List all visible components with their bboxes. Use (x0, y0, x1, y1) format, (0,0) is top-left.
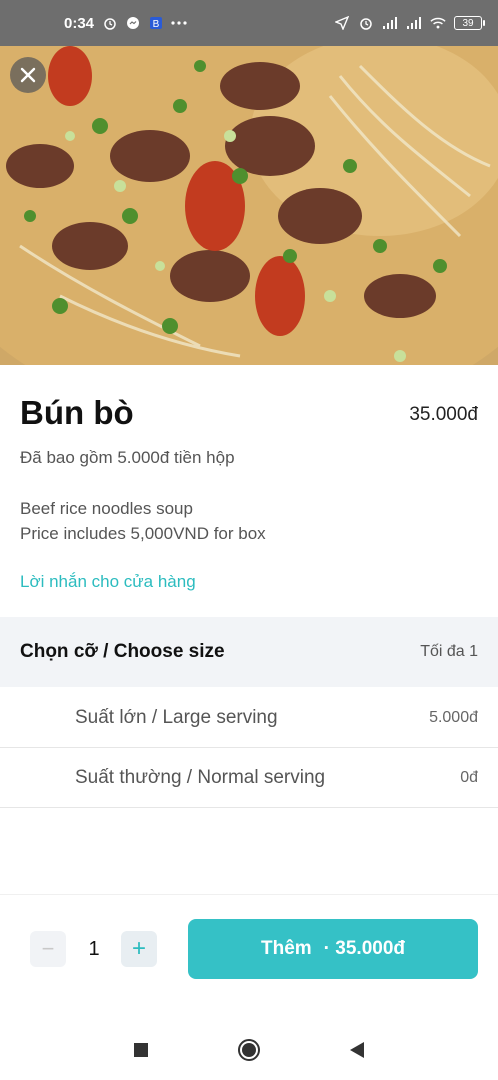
battery-level: 39 (462, 17, 474, 29)
size-option-label: Suất thường / Normal serving (75, 766, 326, 788)
quantity-increase-button[interactable]: + (121, 931, 157, 967)
triangle-back-icon (350, 1042, 364, 1058)
more-icon (171, 15, 187, 31)
add-to-cart-button[interactable]: Thêm · 35.000đ (188, 919, 478, 979)
size-option-price: 0đ (460, 768, 478, 786)
size-section-title: Chọn cỡ / Choose size (20, 641, 225, 662)
item-description-line1: Beef rice noodles soup (20, 499, 193, 518)
app-icon: B (148, 15, 164, 31)
item-price: 35.000đ (409, 404, 478, 425)
alarm-icon (102, 15, 118, 31)
messenger-icon (125, 15, 141, 31)
size-option-label: Suất lớn / Large serving (75, 706, 278, 728)
item-description-line2: Price includes 5,000VND for box (20, 524, 266, 543)
quantity-value: 1 (88, 938, 100, 960)
svg-text:B: B (153, 19, 160, 30)
food-image (0, 46, 498, 365)
circle-icon (238, 1039, 260, 1061)
wifi-icon (430, 15, 446, 31)
location-icon (334, 15, 350, 31)
signal-icon (406, 15, 422, 31)
minus-icon: − (41, 936, 55, 961)
back-button[interactable] (345, 1038, 369, 1062)
message-to-store-link[interactable]: Lời nhắn cho cửa hàng (20, 572, 196, 592)
size-option-price: 5.000đ (429, 708, 478, 726)
quantity-decrease-button[interactable]: − (30, 931, 66, 967)
add-button-price: · 35.000đ (323, 938, 405, 959)
item-title: Bún bò (20, 394, 134, 431)
status-time: 0:34 (64, 14, 95, 32)
close-icon (20, 67, 36, 83)
size-max-label: Tối đa 1 (420, 643, 478, 660)
signal-icon (382, 15, 398, 31)
size-section-header: Chọn cỡ / Choose size Tối đa 1 (0, 617, 498, 687)
add-button-label: Thêm (260, 938, 312, 959)
size-option-normal[interactable]: Suất thường / Normal serving 0đ (0, 748, 498, 808)
system-nav-bar (0, 1020, 498, 1080)
alarm-icon (358, 15, 374, 31)
plus-icon: + (131, 935, 146, 962)
status-right-icons: 39 (334, 15, 485, 31)
box-fee-note: Đã bao gồm 5.000đ tiền hộp (20, 448, 235, 467)
recents-button[interactable] (129, 1038, 153, 1062)
square-icon (134, 1043, 148, 1057)
size-option-large[interactable]: Suất lớn / Large serving 5.000đ (0, 688, 498, 748)
status-left-icons: B (102, 15, 187, 31)
food-image-illustration (0, 46, 498, 365)
battery-icon: 39 (454, 16, 485, 30)
home-button[interactable] (237, 1038, 261, 1062)
close-button[interactable] (10, 57, 46, 93)
status-bar: 0:34 B 39 (0, 0, 498, 46)
footer-divider (0, 894, 498, 895)
